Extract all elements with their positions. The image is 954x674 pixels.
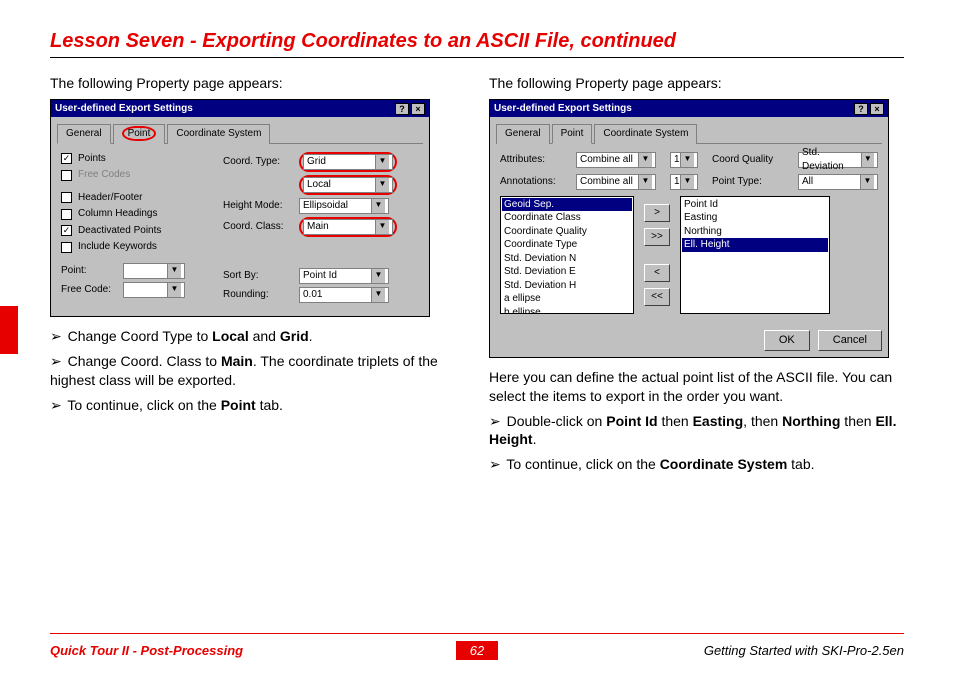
list-item[interactable]: Easting <box>682 211 828 225</box>
left-bullet-2: Change Coord. Class to Main. The coordin… <box>50 352 465 390</box>
chk-free-codes[interactable] <box>61 170 72 181</box>
right-column: The following Property page appears: Use… <box>489 68 904 480</box>
attr-n[interactable]: 1▼ <box>670 152 698 168</box>
dialog-titlebar: User-defined Export Settings ? × <box>51 100 429 118</box>
dialog-point: User-defined Export Settings ? × General… <box>489 99 889 358</box>
dialog-general: User-defined Export Settings ? × General… <box>50 99 430 317</box>
list-item[interactable]: Std. Deviation H <box>502 279 632 293</box>
list-item[interactable]: Geoid Sep. <box>502 198 632 212</box>
chk-deactivated[interactable]: ✓ <box>61 225 72 236</box>
tab2-point[interactable]: Point <box>552 124 593 144</box>
dialog-tabs: General Point Coordinate System <box>57 123 423 144</box>
attributes-field[interactable]: Combine all▼ <box>576 152 656 168</box>
coord-quality-field[interactable]: Std. Deviation▼ <box>798 152 878 168</box>
left-bullet-1: Change Coord Type to Local and Grid. <box>50 327 465 346</box>
right-paragraph: Here you can define the actual point lis… <box>489 368 904 406</box>
left-column: The following Property page appears: Use… <box>50 68 465 480</box>
close-button[interactable]: × <box>411 103 425 115</box>
sortby-field[interactable]: Point Id▼ <box>299 268 389 284</box>
dialog2-titlebar: User-defined Export Settings ? × <box>490 100 888 118</box>
available-list[interactable]: Geoid Sep. Coordinate Class Coordinate Q… <box>500 196 634 314</box>
chk-column-headings[interactable] <box>61 209 72 220</box>
tab2-coordinate-system[interactable]: Coordinate System <box>594 124 697 144</box>
coord-type-grid[interactable]: Grid▼ <box>303 154 393 170</box>
right-bullet-2: To continue, click on the Coordinate Sys… <box>489 455 904 474</box>
coord-type-local[interactable]: Local▼ <box>303 177 393 193</box>
left-bullet-3: To continue, click on the Point tab. <box>50 396 465 415</box>
title-rule <box>50 57 904 58</box>
dialog-title: User-defined Export Settings <box>55 102 193 116</box>
footer-right: Getting Started with SKI-Pro-2.5en <box>498 643 904 658</box>
page-title: Lesson Seven - Exporting Coordinates to … <box>50 30 904 53</box>
list-item[interactable]: Northing <box>682 225 828 239</box>
footer-left: Quick Tour II - Post-Processing <box>50 643 456 658</box>
footer-rule <box>50 633 904 634</box>
footer-page-number: 62 <box>456 641 498 660</box>
dialog2-tabs: General Point Coordinate System <box>496 123 882 144</box>
close-button-2[interactable]: × <box>870 103 884 115</box>
list-item[interactable]: Coordinate Quality <box>502 225 632 239</box>
list-item[interactable]: Std. Deviation N <box>502 252 632 266</box>
chk-header-footer[interactable] <box>61 192 72 203</box>
chosen-list[interactable]: Point Id Easting Northing Ell. Height <box>680 196 830 314</box>
list-item[interactable]: b ellipse <box>502 306 632 314</box>
tab-coordinate-system[interactable]: Coordinate System <box>167 124 270 144</box>
chk-include-keywords[interactable] <box>61 242 72 253</box>
list-item[interactable]: Point Id <box>682 198 828 212</box>
remove-button[interactable]: < <box>644 264 670 282</box>
tab2-general[interactable]: General <box>496 124 550 144</box>
point-type-field[interactable]: All▼ <box>798 174 878 190</box>
chk-points[interactable]: ✓ <box>61 153 72 164</box>
freecode-field[interactable]: ▼ <box>123 282 185 298</box>
ok-button[interactable]: OK <box>764 330 810 351</box>
right-bullet-1: Double-click on Point Id then Easting, t… <box>489 412 904 450</box>
dialog2-title: User-defined Export Settings <box>494 102 632 116</box>
remove-all-button[interactable]: << <box>644 288 670 306</box>
side-red-tab <box>0 306 18 354</box>
list-item[interactable]: Coordinate Type <box>502 238 632 252</box>
list-item[interactable]: Std. Deviation E <box>502 265 632 279</box>
coord-class-field[interactable]: Main▼ <box>303 219 393 235</box>
point-field[interactable]: ▼ <box>123 263 185 279</box>
add-all-button[interactable]: >> <box>644 228 670 246</box>
height-mode-field[interactable]: Ellipsoidal▼ <box>299 198 389 214</box>
footer: Quick Tour II - Post-Processing 62 Getti… <box>50 641 904 660</box>
tab-point[interactable]: Point <box>113 124 166 144</box>
help-button-2[interactable]: ? <box>854 103 868 115</box>
list-item[interactable]: Ell. Height <box>682 238 828 252</box>
left-intro: The following Property page appears: <box>50 74 465 93</box>
rounding-field[interactable]: 0.01▼ <box>299 287 389 303</box>
help-button[interactable]: ? <box>395 103 409 115</box>
list-item[interactable]: Coordinate Class <box>502 211 632 225</box>
cancel-button[interactable]: Cancel <box>818 330 882 351</box>
ann-n[interactable]: 1▼ <box>670 174 698 190</box>
list-item[interactable]: a ellipse <box>502 292 632 306</box>
annotations-field[interactable]: Combine all▼ <box>576 174 656 190</box>
add-button[interactable]: > <box>644 204 670 222</box>
right-intro: The following Property page appears: <box>489 74 904 93</box>
tab-general[interactable]: General <box>57 124 111 144</box>
